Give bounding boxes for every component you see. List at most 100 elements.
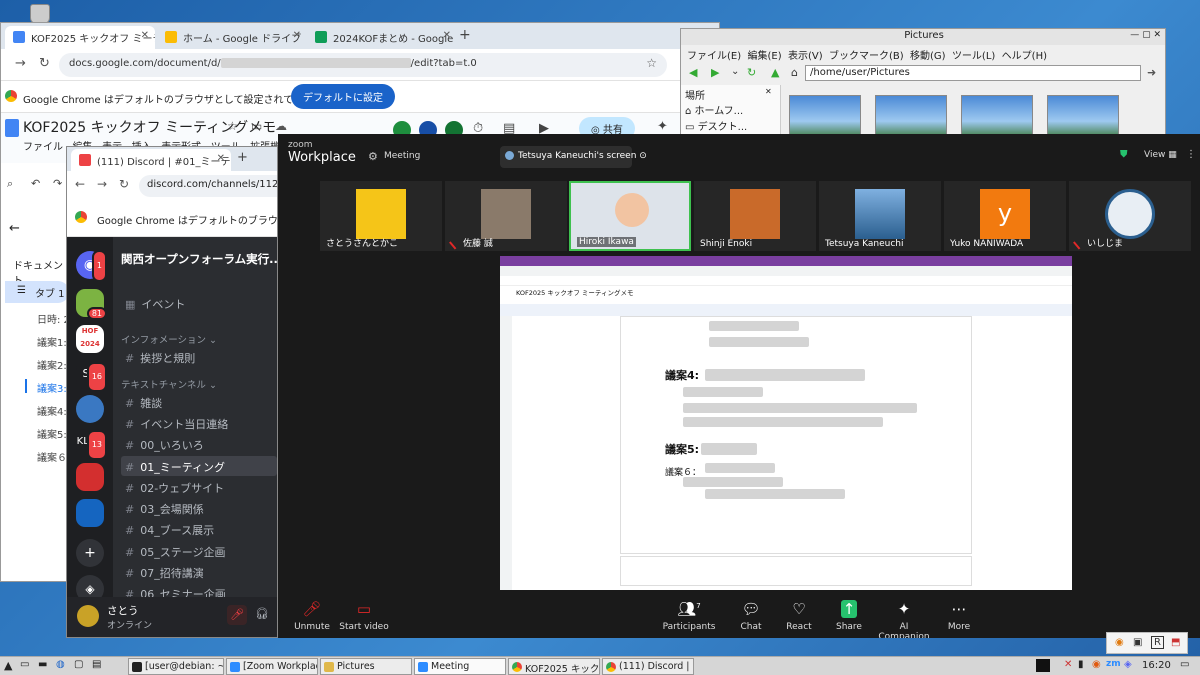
star-icon[interactable]: ☆ bbox=[227, 119, 238, 133]
start-video-button[interactable]: ▭ Start video bbox=[338, 600, 390, 632]
update-icon[interactable]: ⬒ bbox=[1171, 637, 1180, 648]
go-icon[interactable]: ➜ bbox=[1147, 66, 1156, 79]
tab-discord[interactable]: (111) Discord | #01_ミーテ ✕ bbox=[71, 149, 231, 171]
address-input[interactable]: docs.google.com/document/d//edit?tab=t.0… bbox=[59, 53, 667, 77]
chat-button[interactable]: 💬︎ Chat bbox=[736, 600, 766, 632]
file-manager-icon[interactable]: ▭ bbox=[20, 659, 29, 670]
server-icon-hof[interactable]: HOF 2024 bbox=[76, 325, 104, 353]
menu-go[interactable]: 移動(G) bbox=[910, 51, 946, 62]
taskbar-item-zoom[interactable]: [Zoom Workplace... bbox=[226, 658, 318, 675]
clock[interactable]: 16:20 bbox=[1142, 660, 1171, 671]
channel-item[interactable]: #05_ステージ企画 bbox=[121, 541, 277, 561]
set-default-button[interactable]: デフォルトに設定 bbox=[291, 84, 395, 109]
path-input[interactable]: /home/user/Pictures bbox=[805, 65, 1141, 81]
window-controls[interactable]: — ▢ ✕ bbox=[1130, 30, 1161, 40]
back-arrow-icon[interactable]: ← bbox=[9, 221, 20, 236]
image-thumbnail[interactable] bbox=[875, 95, 947, 137]
channel-item[interactable]: # 挨拶と規則 bbox=[121, 347, 277, 367]
headset-icon[interactable]: 🎧︎ bbox=[255, 607, 269, 620]
channel-item[interactable]: # 雑談 bbox=[121, 392, 277, 412]
back-icon[interactable]: ← bbox=[75, 177, 85, 191]
react-button[interactable]: ♡ React bbox=[784, 600, 814, 632]
chevron-down-icon[interactable]: ⌄ bbox=[731, 66, 739, 77]
new-tab-button[interactable]: + bbox=[237, 150, 248, 165]
network-icon[interactable]: ▮ bbox=[1078, 659, 1084, 670]
refresh-icon[interactable]: ↻ bbox=[747, 66, 756, 79]
start-menu-icon[interactable]: ▲ bbox=[4, 659, 12, 672]
taskbar-item-terminal[interactable]: [user@debian: ~] bbox=[128, 658, 224, 675]
participant-tile[interactable]: さとうさんとかこ bbox=[320, 181, 442, 251]
address-input[interactable]: discord.com/channels/11285 bbox=[139, 175, 277, 197]
image-thumbnail[interactable] bbox=[961, 95, 1033, 137]
search-icon[interactable]: ⌕ bbox=[7, 177, 13, 191]
reload-icon[interactable]: ↻ bbox=[39, 56, 50, 71]
screen-share-indicator[interactable]: Tetsuya Kaneuchi's screen ⊙ bbox=[500, 146, 647, 168]
menu-view[interactable]: 表示(V) bbox=[788, 51, 823, 62]
menu-tools[interactable]: ツール(L) bbox=[952, 51, 995, 62]
new-tab-button[interactable]: + bbox=[459, 27, 471, 43]
server-icon[interactable]: 81 bbox=[76, 289, 107, 320]
show-desktop-icon[interactable]: ▭ bbox=[1180, 659, 1189, 670]
redo-icon[interactable]: ↷ bbox=[53, 177, 62, 190]
close-icon[interactable]: ✕ bbox=[141, 30, 149, 41]
view-button[interactable]: View ▦ bbox=[1144, 150, 1177, 160]
discord-tray-icon[interactable]: ◈ bbox=[1124, 659, 1132, 670]
zoom-tray-icon[interactable]: zm bbox=[1106, 659, 1121, 669]
server-name[interactable]: 関西オープンフォーラム実行... bbox=[121, 251, 277, 267]
firefox-icon[interactable]: ◉ bbox=[1092, 659, 1101, 670]
share-button[interactable]: ↑ Share bbox=[834, 600, 864, 632]
channel-item[interactable]: # イベント当日連絡 bbox=[121, 413, 277, 433]
menu-help[interactable]: ヘルプ(H) bbox=[1002, 51, 1047, 62]
image-thumbnail[interactable] bbox=[1047, 95, 1119, 137]
back-icon[interactable]: ◀ bbox=[689, 66, 697, 79]
menu-bookmarks[interactable]: ブックマーク(B) bbox=[829, 51, 904, 62]
unmute-button[interactable]: 🎤︎ Unmute bbox=[292, 600, 332, 632]
server-icon[interactable] bbox=[76, 463, 104, 491]
menu-file[interactable]: ファイル bbox=[23, 142, 63, 153]
menu-file[interactable]: ファイル(E) bbox=[687, 51, 741, 62]
terminal-icon[interactable]: ▬ bbox=[38, 659, 47, 670]
participant-tile[interactable]: y Yuko NANIWADA bbox=[944, 181, 1066, 251]
participant-tile-active[interactable]: Hiroki Ikawa bbox=[569, 181, 691, 251]
more-button[interactable]: ⋯ More bbox=[944, 600, 974, 632]
mic-muted-icon[interactable]: 🎤︎ bbox=[227, 605, 247, 625]
participants-button[interactable]: 👥︎7 Participants bbox=[662, 600, 716, 632]
close-icon[interactable]: ✕ bbox=[765, 87, 772, 96]
image-thumbnail[interactable] bbox=[789, 95, 861, 137]
participant-tile[interactable]: Shinji Enoki bbox=[694, 181, 816, 251]
reload-icon[interactable]: ↻ bbox=[119, 177, 129, 191]
discord-home-icon[interactable]: ◉ 1 bbox=[76, 250, 107, 282]
forward-icon[interactable]: → bbox=[15, 56, 26, 71]
volume-icon[interactable]: ✕ bbox=[1064, 659, 1072, 670]
undo-icon[interactable]: ↶ bbox=[31, 177, 40, 190]
close-icon[interactable]: ✕ bbox=[217, 153, 225, 164]
menu-edit[interactable]: 編集(E) bbox=[747, 51, 781, 62]
outline-tab-1[interactable]: タブ 1 ☰ bbox=[5, 281, 69, 303]
taskbar-item-meeting[interactable]: Meeting bbox=[414, 658, 506, 675]
category-text[interactable]: テキストチャンネル ⌄ bbox=[121, 377, 217, 391]
place-home[interactable]: ⌂ ホームフ... bbox=[685, 102, 743, 117]
server-icon-penguin[interactable] bbox=[76, 395, 104, 423]
close-icon[interactable]: ✕ bbox=[293, 30, 301, 41]
channel-item[interactable]: #00_いろいろ bbox=[121, 434, 277, 454]
add-server-icon[interactable]: + bbox=[76, 539, 104, 567]
taskbar-item-docs[interactable]: KOF2025 キック... bbox=[508, 658, 600, 675]
camera-icon[interactable]: ▣ bbox=[1133, 637, 1142, 648]
channel-item[interactable]: #02-ウェブサイト bbox=[121, 477, 277, 497]
events-item[interactable]: ▦ イベント bbox=[121, 293, 277, 313]
channel-item[interactable]: #04_ブース展示 bbox=[121, 519, 277, 539]
home-icon[interactable]: ⌂ bbox=[791, 66, 798, 79]
gemini-icon[interactable]: ✦ bbox=[657, 119, 668, 134]
forward-icon[interactable]: → bbox=[97, 177, 107, 191]
r-icon[interactable]: R bbox=[1151, 636, 1164, 649]
close-icon[interactable]: ✕ bbox=[443, 30, 451, 41]
channel-item[interactable]: #07_招待講演 bbox=[121, 562, 277, 582]
chevron-down-icon[interactable]: ⌄ bbox=[263, 251, 271, 262]
category-info[interactable]: インフォメーション ⌄ bbox=[121, 332, 217, 346]
tab-docs[interactable]: KOF2025 キックオフ ミーテ ✕ bbox=[5, 26, 155, 49]
up-icon[interactable]: ▲ bbox=[771, 66, 779, 79]
star-icon[interactable]: ☆ bbox=[646, 56, 657, 70]
taskbar-item-pictures[interactable]: Pictures bbox=[320, 658, 412, 675]
participant-tile[interactable]: いしじま bbox=[1069, 181, 1191, 251]
workspace-icon[interactable]: ▤ bbox=[92, 659, 101, 670]
